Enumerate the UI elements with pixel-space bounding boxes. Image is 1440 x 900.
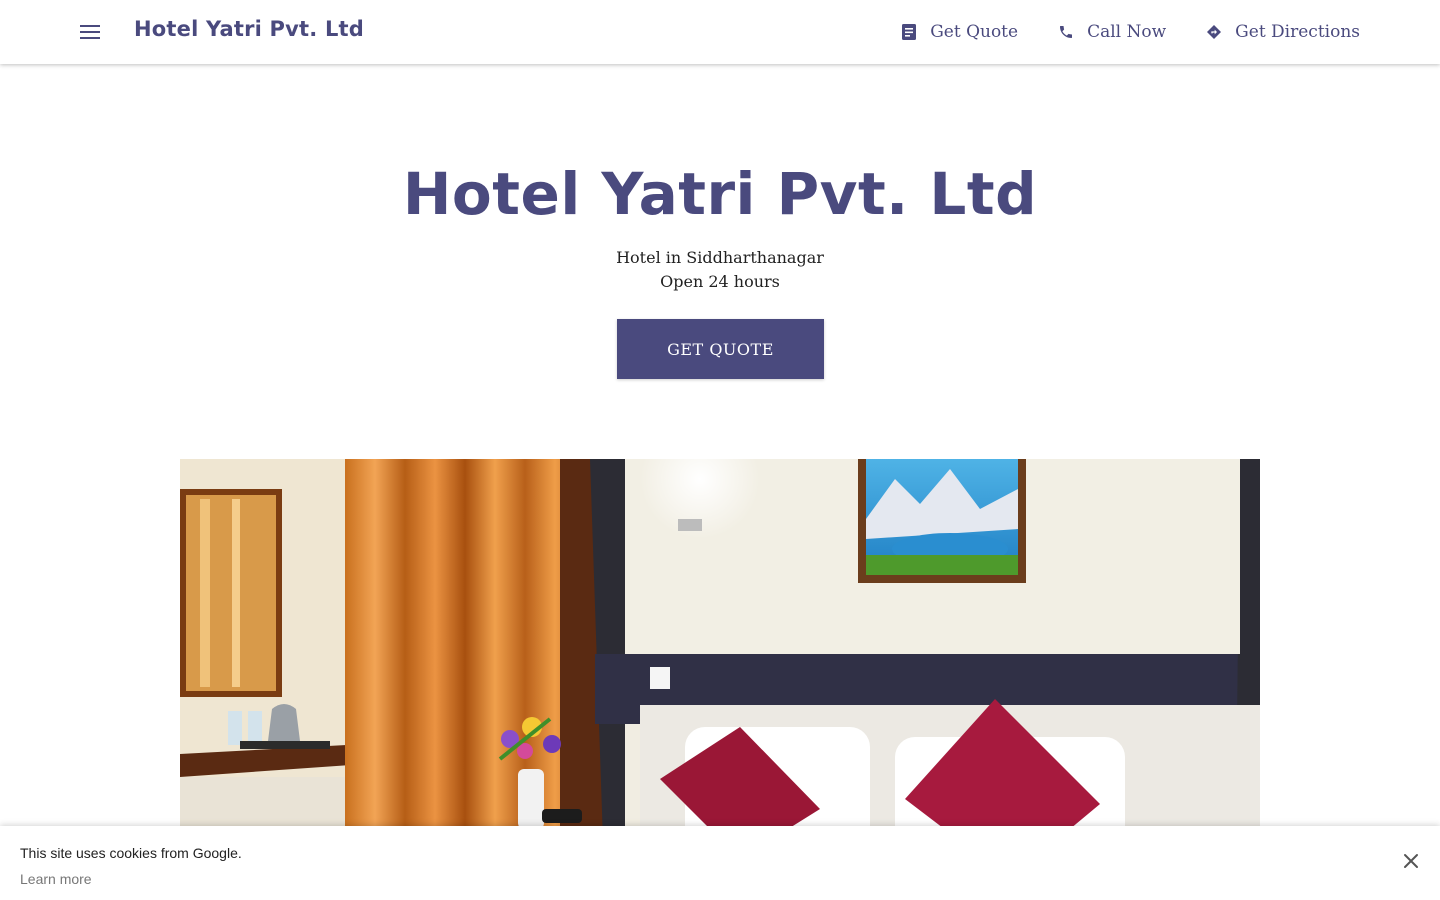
nav-get-quote[interactable]: Get Quote <box>901 22 1018 42</box>
nav-get-directions-label: Get Directions <box>1235 22 1360 42</box>
nav-call-now-label: Call Now <box>1087 22 1167 42</box>
nav-get-directions[interactable]: Get Directions <box>1206 22 1360 42</box>
quote-icon <box>901 24 917 40</box>
nav-call-now[interactable]: Call Now <box>1058 22 1166 42</box>
business-category: Hotel in Siddharthanagar <box>616 248 824 267</box>
nav-get-quote-label: Get Quote <box>930 22 1019 42</box>
get-quote-button[interactable]: GET QUOTE <box>617 319 824 379</box>
close-icon[interactable] <box>1400 850 1422 872</box>
directions-icon <box>1206 24 1222 40</box>
business-hours: Open 24 hours <box>660 272 780 291</box>
phone-icon <box>1058 24 1074 40</box>
learn-more-link[interactable]: Learn more <box>20 871 92 887</box>
cookie-message: This site uses cookies from Google. <box>20 845 242 861</box>
site-brand[interactable]: Hotel Yatri Pvt. Ltd <box>134 17 364 41</box>
cookie-banner: This site uses cookies from Google. Lear… <box>0 826 1440 900</box>
header-nav: Get Quote Call Now Get Directions <box>861 0 1360 64</box>
top-app-bar: Hotel Yatri Pvt. Ltd Get Quote Call Now <box>0 0 1440 64</box>
menu-icon[interactable] <box>76 18 104 46</box>
page-title: Hotel Yatri Pvt. Ltd <box>402 160 1038 228</box>
